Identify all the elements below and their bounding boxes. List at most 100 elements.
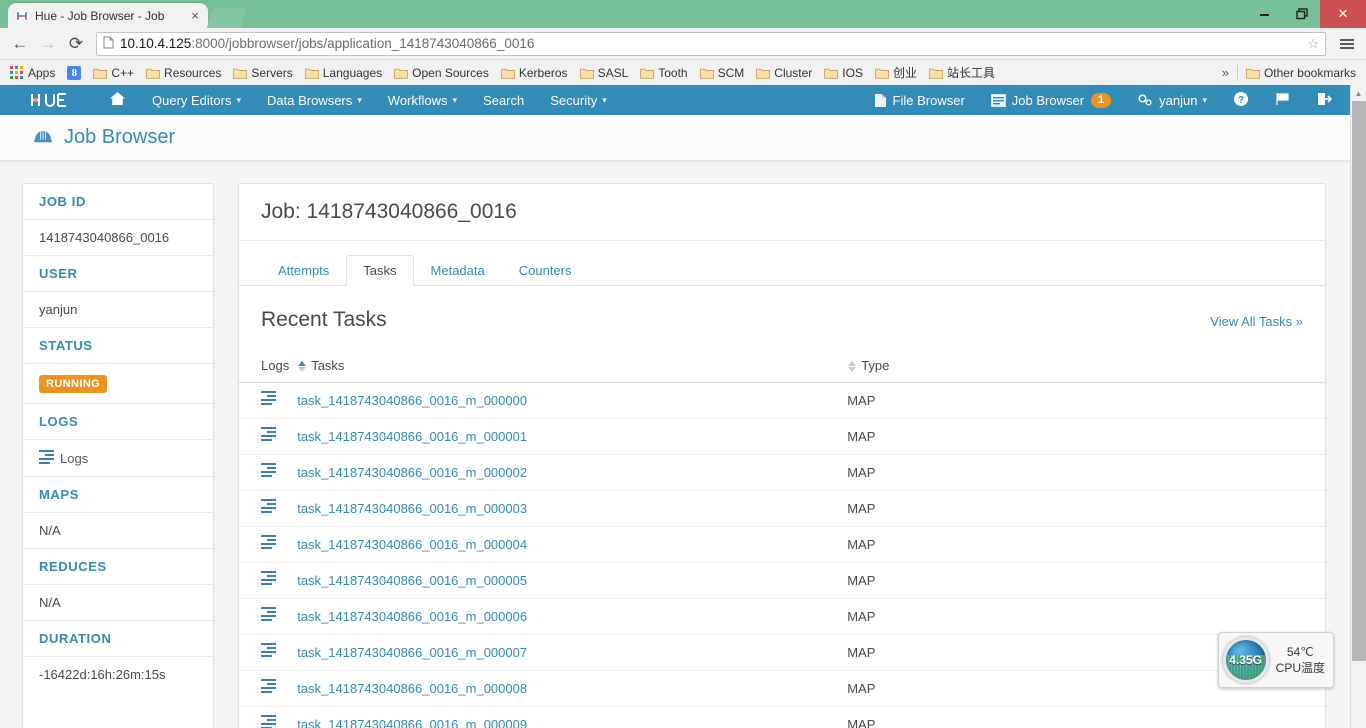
bookmark-folder[interactable]: Kerberos (495, 64, 574, 82)
task-link[interactable]: task_1418743040866_0016_m_000009 (297, 717, 527, 728)
task-link[interactable]: task_1418743040866_0016_m_000007 (297, 645, 527, 660)
sidebar-field-label: STATUS (39, 338, 93, 353)
browser-menu-button[interactable] (1334, 30, 1360, 58)
logs-lines-icon (261, 535, 276, 551)
new-tab-button[interactable] (206, 8, 248, 28)
tab-tasks[interactable]: Tasks (346, 255, 414, 286)
task-link[interactable]: task_1418743040866_0016_m_000000 (297, 393, 527, 408)
cell-logs[interactable] (239, 670, 294, 707)
cell-logs[interactable] (239, 418, 294, 455)
maximize-button[interactable] (1283, 2, 1320, 26)
bookmark-folder[interactable]: Cluster (750, 64, 818, 82)
logs-lines-icon (261, 427, 276, 443)
scrollbar-thumb[interactable] (1352, 101, 1366, 661)
nav-help-button[interactable]: ? (1220, 85, 1262, 115)
hue-nav-item-search[interactable]: Search (470, 85, 537, 115)
task-link[interactable]: task_1418743040866_0016_m_000001 (297, 429, 527, 444)
nav-user-menu[interactable]: yanjun ▾ (1124, 85, 1220, 115)
bookmark-folder[interactable]: SASL (574, 64, 635, 82)
task-logs-icon[interactable] (261, 679, 276, 698)
task-link[interactable]: task_1418743040866_0016_m_000003 (297, 501, 527, 516)
file-browser-label: File Browser (892, 92, 965, 108)
bookmark-folder[interactable]: IOS (818, 64, 869, 82)
task-logs-icon[interactable] (261, 715, 276, 728)
task-link[interactable]: task_1418743040866_0016_m_000002 (297, 465, 527, 480)
minimize-button[interactable] (1246, 2, 1283, 26)
cell-task: task_1418743040866_0016_m_000005 (293, 562, 844, 599)
back-button[interactable]: ← (6, 30, 34, 58)
bookmark-label: Open Sources (412, 65, 489, 80)
task-logs-icon[interactable] (261, 463, 276, 482)
task-logs-icon[interactable] (261, 427, 276, 446)
bookmarks-overflow-button[interactable]: » (1216, 65, 1235, 80)
hue-nav-item-security[interactable]: Security ▾ (537, 85, 620, 115)
cpu-monitor-widget[interactable]: 4.35G 54℃ CPU温度 (1217, 632, 1334, 688)
other-bookmarks-folder[interactable]: Other bookmarks (1240, 64, 1362, 82)
tab-attempts[interactable]: Attempts (261, 255, 346, 286)
column-header-tasks[interactable]: Tasks (293, 352, 844, 383)
address-bar[interactable]: 10.10.4.125:8000/jobbrowser/jobs/applica… (96, 31, 1326, 56)
tab-close-icon[interactable]: × (188, 8, 202, 23)
bookmark-folder[interactable]: Languages (299, 64, 388, 82)
task-link[interactable]: task_1418743040866_0016_m_000005 (297, 573, 527, 588)
cell-task: task_1418743040866_0016_m_000006 (293, 598, 844, 635)
sidebar-value-row: RUNNING (23, 364, 213, 404)
cell-logs[interactable] (239, 526, 294, 563)
cell-type: MAP (843, 490, 1325, 527)
bookmark-label: Servers (251, 65, 293, 80)
bookmark-folder[interactable]: Open Sources (388, 64, 495, 82)
page-scrollbar[interactable]: ▲ (1350, 85, 1366, 728)
apps-shortcut[interactable]: Apps (4, 64, 61, 82)
bookmark-google[interactable]: 8 (61, 64, 87, 82)
task-logs-icon[interactable] (261, 571, 276, 590)
cell-logs[interactable] (239, 562, 294, 599)
nav-job-browser[interactable]: Job Browser 1 (978, 85, 1124, 115)
apps-grid-icon (10, 66, 23, 79)
tab-metadata[interactable]: Metadata (414, 255, 502, 286)
tab-counters[interactable]: Counters (502, 255, 589, 286)
task-link[interactable]: task_1418743040866_0016_m_000008 (297, 681, 527, 696)
bookmark-folder[interactable]: SCM (694, 64, 751, 82)
hue-nav-item-query-editors[interactable]: Query Editors ▾ (139, 85, 254, 115)
sidebar-logs-link[interactable]: Logs (39, 450, 197, 466)
task-link[interactable]: task_1418743040866_0016_m_000004 (297, 537, 527, 552)
cell-logs[interactable] (239, 706, 294, 728)
sort-asc-icon[interactable] (298, 361, 307, 373)
cell-logs[interactable] (239, 490, 294, 527)
close-window-button[interactable]: ✕ (1320, 0, 1366, 28)
bookmark-folder[interactable]: 站长工具 (923, 62, 1001, 83)
sort-none-icon[interactable] (848, 361, 857, 373)
bookmark-folder[interactable]: C++ (87, 64, 140, 82)
bookmark-star-icon[interactable]: ☆ (1307, 36, 1319, 52)
task-logs-icon[interactable] (261, 643, 276, 662)
nav-logout-button[interactable] (1304, 85, 1346, 115)
page-title: Job Browser (64, 126, 176, 148)
cell-logs[interactable] (239, 634, 294, 671)
bookmark-folder[interactable]: Resources (140, 64, 227, 82)
bookmark-folder[interactable]: 创业 (869, 62, 923, 83)
task-logs-icon[interactable] (261, 499, 276, 518)
hue-nav-item-data-browsers[interactable]: Data Browsers ▾ (254, 85, 375, 115)
hue-home-button[interactable] (96, 85, 139, 115)
bookmark-folder[interactable]: Servers (227, 64, 298, 82)
task-link[interactable]: task_1418743040866_0016_m_000006 (297, 609, 527, 624)
sidebar-value-row: N/A (23, 585, 213, 621)
scroll-up-arrow-icon[interactable]: ▲ (1351, 85, 1366, 101)
sidebar-field-label: DURATION (39, 631, 112, 646)
hue-nav-item-workflows[interactable]: Workflows ▾ (375, 85, 470, 115)
browser-tab[interactable]: Hue - Job Browser - Job × (8, 3, 208, 28)
nav-flag-button[interactable] (1262, 85, 1304, 115)
bookmark-folder[interactable]: Tooth (634, 64, 693, 82)
column-header-type[interactable]: Type (843, 352, 1325, 383)
reload-button[interactable]: ⟳ (62, 30, 90, 58)
view-all-tasks-link[interactable]: View All Tasks » (1210, 314, 1303, 329)
forward-button[interactable]: → (34, 30, 62, 58)
cell-logs[interactable] (239, 598, 294, 635)
task-logs-icon[interactable] (261, 607, 276, 626)
hue-logo[interactable] (6, 91, 96, 109)
task-logs-icon[interactable] (261, 391, 276, 410)
cell-logs[interactable] (239, 382, 294, 419)
cell-logs[interactable] (239, 454, 294, 491)
task-logs-icon[interactable] (261, 535, 276, 554)
nav-file-browser[interactable]: File Browser (861, 85, 978, 115)
